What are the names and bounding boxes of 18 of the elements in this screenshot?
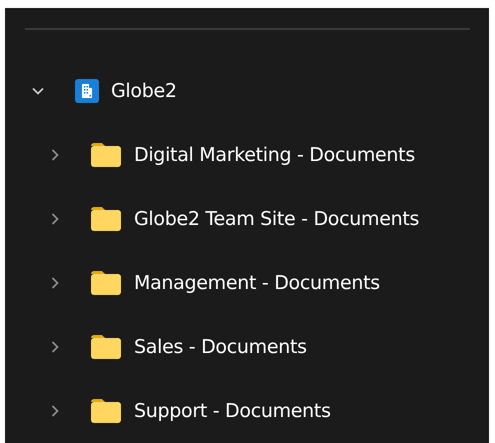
tree-item-label: Globe2	[111, 80, 177, 102]
tree-item-label: Support - Documents	[134, 400, 331, 422]
tree-item[interactable]: Sales - Documents	[25, 333, 489, 361]
folder-icon	[90, 334, 122, 360]
tree-item[interactable]: Support - Documents	[25, 397, 489, 425]
folder-icon	[90, 270, 122, 296]
tree-item[interactable]: Digital Marketing - Documents	[25, 141, 489, 169]
tree-item[interactable]: Management - Documents	[25, 269, 489, 297]
folder-icon	[90, 206, 122, 232]
tree-item-label: Globe2 Team Site - Documents	[134, 208, 420, 230]
tree-item-label: Digital Marketing - Documents	[134, 144, 415, 166]
tree-item[interactable]: Globe2	[25, 77, 489, 105]
folder-icon	[90, 142, 122, 168]
building-icon	[75, 79, 99, 103]
tree-item-label: Management - Documents	[134, 272, 380, 294]
tree-item-label: Sales - Documents	[134, 336, 307, 358]
tree-item[interactable]: Globe2 Team Site - Documents	[25, 205, 489, 233]
folder-icon	[90, 398, 122, 424]
